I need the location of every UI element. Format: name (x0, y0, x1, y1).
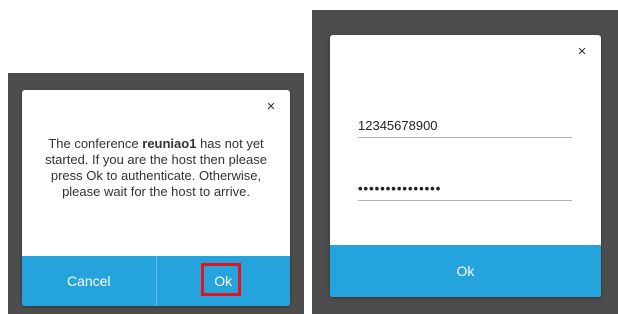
cancel-button-label: Cancel (66, 273, 111, 289)
close-icon[interactable]: × (264, 99, 278, 114)
message-prefix: The conference (48, 136, 143, 151)
authentication-dialog: × Ok (330, 35, 601, 297)
cancel-button[interactable]: Cancel (22, 256, 156, 306)
dialog-button-bar: Ok (330, 245, 601, 297)
right-screenshot-backdrop: × Ok (312, 10, 618, 314)
ok-highlight-box (200, 263, 241, 296)
dialog-button-bar: Cancel Ok (22, 256, 290, 306)
ok-button[interactable]: Ok (330, 245, 601, 297)
ok-button[interactable]: Ok (157, 256, 291, 306)
close-icon[interactable]: × (575, 44, 589, 59)
conference-not-started-dialog: × The conference reuniao1 has not yet st… (22, 90, 290, 306)
password-field[interactable] (358, 178, 572, 201)
left-screenshot-backdrop: × The conference reuniao1 has not yet st… (8, 73, 304, 314)
ok-button-label: Ok (456, 263, 475, 279)
conference-name: reuniao1 (142, 136, 197, 151)
username-field[interactable] (358, 115, 572, 138)
dialog-message: The conference reuniao1 has not yet star… (36, 136, 276, 200)
